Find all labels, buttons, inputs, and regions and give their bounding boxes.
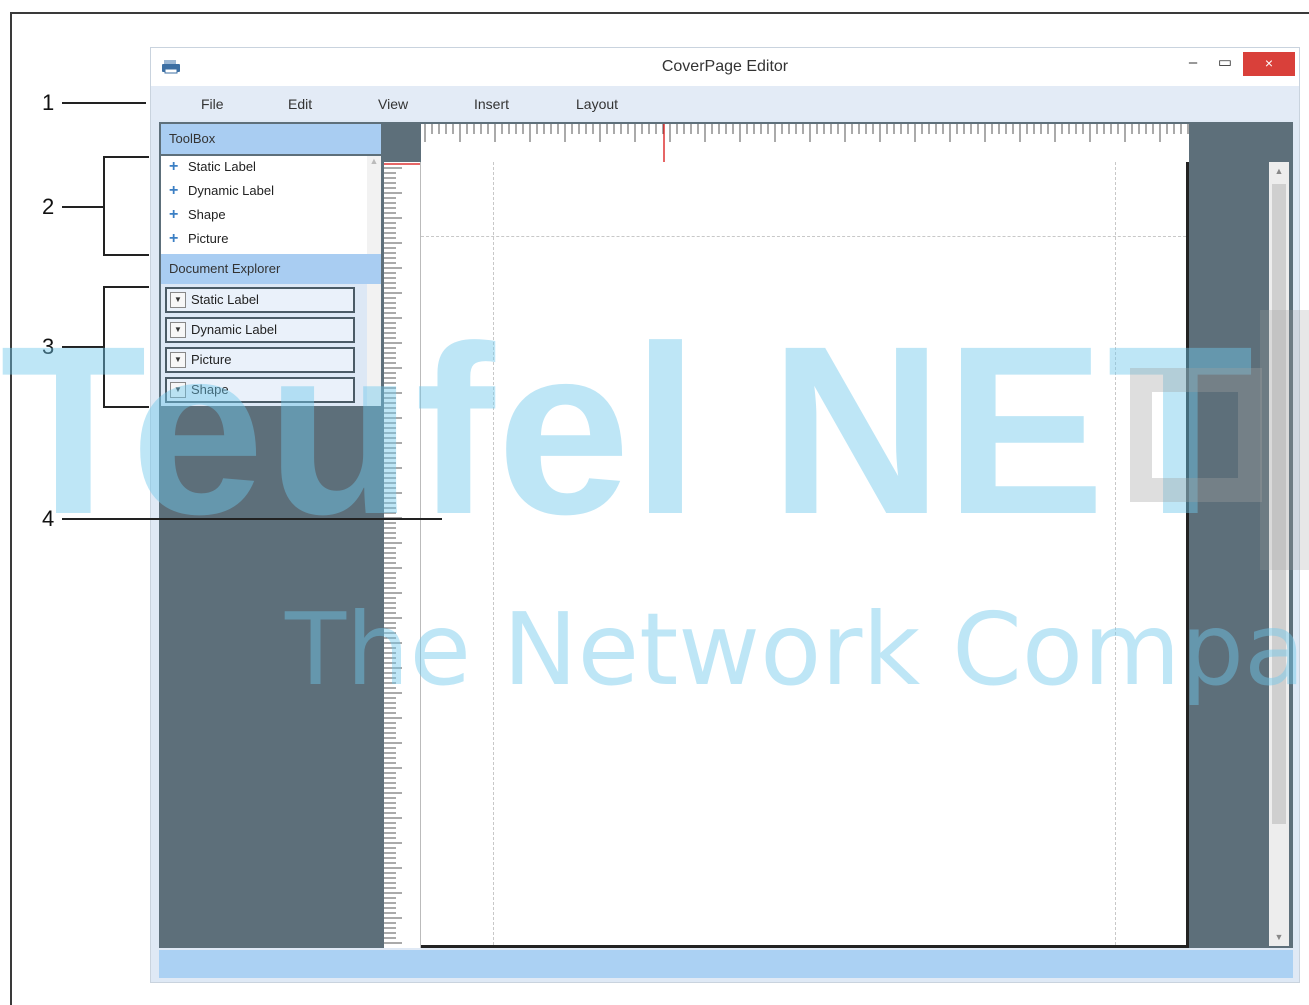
scroll-down-icon[interactable]: ▼ xyxy=(1269,932,1289,942)
watermark-text: Teufel NET xyxy=(0,296,1256,564)
menu-view[interactable]: View xyxy=(378,96,408,112)
menu-edit[interactable]: Edit xyxy=(288,96,312,112)
callout-2-bracket xyxy=(103,156,105,256)
menu-layout[interactable]: Layout xyxy=(576,96,618,112)
title-bar: CoverPage Editor ‒ ▭ × xyxy=(151,48,1299,86)
menu-bar: File Edit View Insert Layout xyxy=(151,86,1299,120)
watermark-logo xyxy=(1130,310,1309,570)
plus-icon: + xyxy=(169,182,179,199)
scroll-up-icon[interactable]: ▲ xyxy=(367,156,381,166)
plus-icon: + xyxy=(169,230,179,247)
plus-icon: + xyxy=(169,158,179,175)
toolbox-list: + Static Label + Dynamic Label + Shape + Pic… xyxy=(161,156,381,254)
toolbox-item-label: Shape xyxy=(188,207,226,222)
status-bar xyxy=(159,950,1293,978)
window-title: CoverPage Editor xyxy=(661,58,789,75)
maximize-button[interactable]: ▭ xyxy=(1213,52,1237,76)
toolbox-item-label: Dynamic Label xyxy=(188,183,274,198)
callout-2-line xyxy=(62,206,104,208)
top-margin-guide xyxy=(421,236,1186,237)
toolbox-header: ToolBox xyxy=(161,124,381,154)
toolbox-scrollbar[interactable]: ▲ xyxy=(367,156,381,254)
toolbox-item-static-label[interactable]: + Static Label xyxy=(169,156,256,178)
callout-3-bracket-top xyxy=(103,286,149,288)
toolbox-item-label: Picture xyxy=(188,231,229,246)
horizontal-ruler[interactable] xyxy=(421,124,1189,163)
scroll-up-icon[interactable]: ▲ xyxy=(1269,166,1289,176)
toolbox-item-dynamic-label[interactable]: + Dynamic Label xyxy=(169,180,274,202)
toolbox-item-shape[interactable]: + Shape xyxy=(169,204,226,226)
close-button[interactable]: × xyxy=(1243,52,1295,76)
toolbox-item-picture[interactable]: + Picture xyxy=(169,228,228,250)
minimize-button[interactable]: ‒ xyxy=(1181,52,1205,76)
explorer-header: Document Explorer xyxy=(161,254,381,284)
callout-1: 1 xyxy=(42,90,55,115)
watermark-tagline: The Network Company. xyxy=(285,591,1309,708)
menu-insert[interactable]: Insert xyxy=(474,96,509,112)
callout-2: 2 xyxy=(42,194,55,219)
callout-2-bracket-top xyxy=(103,156,149,158)
callout-1-line xyxy=(62,102,146,104)
plus-icon: + xyxy=(169,206,179,223)
callout-2-bracket-bottom xyxy=(103,254,149,256)
menu-file[interactable]: File xyxy=(201,96,224,112)
toolbox-item-label: Static Label xyxy=(188,159,256,174)
